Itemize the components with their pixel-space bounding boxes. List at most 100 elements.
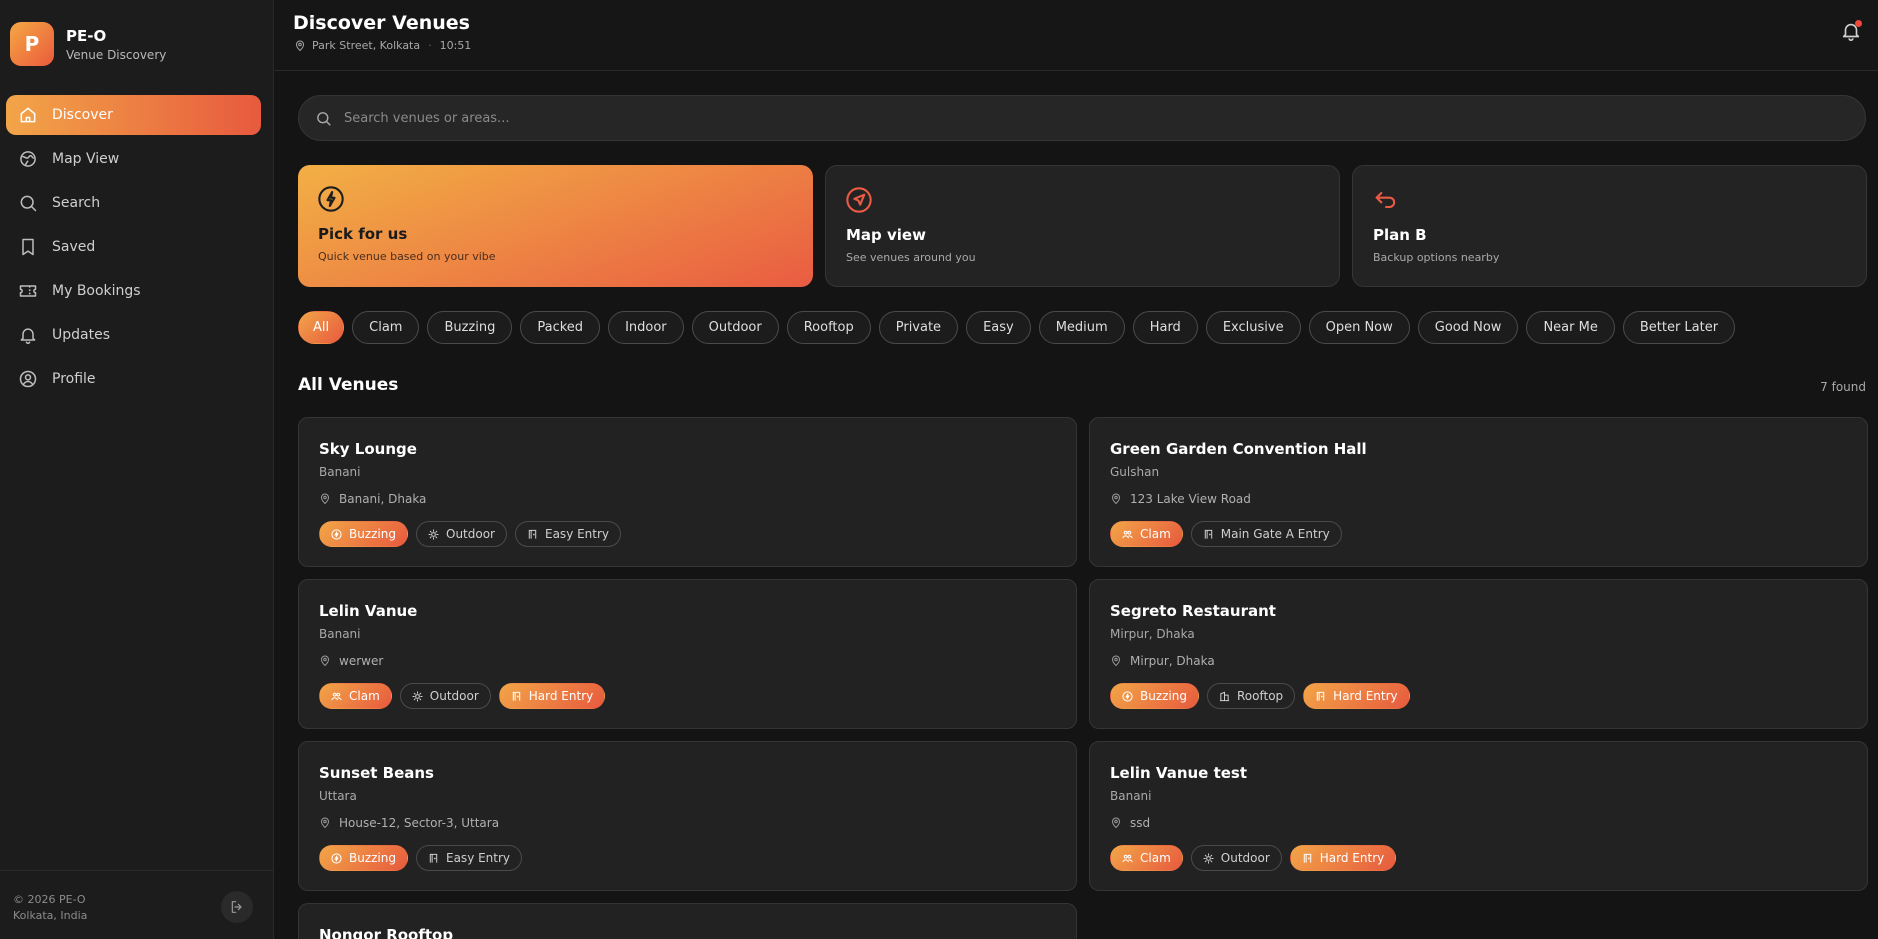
brand[interactable]: P PE-O Venue Discovery [10, 22, 166, 66]
filter-chip-outdoor[interactable]: Outdoor [691, 311, 779, 344]
venue-tag: Clam [319, 683, 392, 709]
filter-chip-rooftop[interactable]: Rooftop [786, 311, 871, 344]
people-icon [1122, 529, 1133, 540]
filter-chip-packed[interactable]: Packed [520, 311, 601, 344]
sidebar-nav: Discover Map View Search Saved My Bookin… [6, 95, 261, 403]
door-icon [1315, 691, 1326, 702]
filter-chips: All Clam Buzzing Packed Indoor Outdoor R… [298, 311, 1743, 344]
venue-address-text: Mirpur, Dhaka [1130, 654, 1215, 668]
venue-tags: Clam Outdoor Hard Entry [319, 683, 613, 709]
venue-card[interactable]: Lelin Vanue test Banani ssd Clam Outdoor… [1089, 741, 1868, 891]
notifications-button[interactable] [1840, 20, 1862, 42]
venue-address: werwer [319, 654, 383, 668]
filter-chip-clam[interactable]: Clam [352, 311, 420, 344]
venue-card[interactable]: Nongor Rooftop [298, 903, 1077, 939]
sidebar-item-search[interactable]: Search [6, 183, 261, 223]
venue-tag: Easy Entry [515, 521, 622, 547]
filter-chip-private[interactable]: Private [878, 311, 959, 344]
user-circle-icon [18, 369, 38, 389]
quick-action-title: Map view [846, 226, 926, 244]
pick-for-us-card[interactable]: Pick for us Quick venue based on your vi… [298, 165, 813, 287]
venue-tag: Clam [1110, 521, 1183, 547]
venue-card[interactable]: Sky Lounge Banani Banani, Dhaka Buzzing … [298, 417, 1077, 567]
venue-name: Lelin Vanue [319, 602, 418, 620]
sidebar-item-label: Search [52, 195, 101, 211]
venue-tag-label: Buzzing [1140, 689, 1187, 703]
search-icon [315, 110, 332, 127]
quick-action-title: Pick for us [318, 225, 408, 243]
filter-chip-good-now[interactable]: Good Now [1417, 311, 1519, 344]
brand-name: PE-O [66, 26, 107, 45]
venue-tags: Clam Main Gate A Entry [1110, 521, 1350, 547]
venue-tag: Hard Entry [498, 683, 606, 709]
venue-tag-label: Outdoor [1220, 851, 1270, 865]
venue-area: Banani [319, 627, 361, 641]
copyright: © 2026 PE-O Kolkata, India [13, 892, 87, 924]
location-pin-icon [319, 493, 331, 505]
venue-card[interactable]: Segreto Restaurant Mirpur, Dhaka Mirpur,… [1089, 579, 1868, 729]
venue-name: Segreto Restaurant [1110, 602, 1276, 620]
venue-area: Mirpur, Dhaka [1110, 627, 1195, 641]
header-meta: Park Street, Kolkata · 10:51 [294, 39, 471, 52]
logout-button[interactable] [221, 891, 253, 923]
sidebar-item-updates[interactable]: Updates [6, 315, 261, 355]
venue-address: Mirpur, Dhaka [1110, 654, 1215, 668]
people-icon [1122, 853, 1133, 864]
brand-subtitle: Venue Discovery [66, 47, 167, 62]
venue-address: House-12, Sector-3, Uttara [319, 816, 499, 830]
venue-tag: Clam [1110, 845, 1183, 871]
plan-b-card[interactable]: Plan B Backup options nearby [1352, 165, 1867, 287]
sidebar-item-my-bookings[interactable]: My Bookings [6, 271, 261, 311]
location-pin-icon [1110, 817, 1122, 829]
filter-chip-buzzing[interactable]: Buzzing [427, 311, 513, 344]
venue-tag: Outdoor [399, 683, 491, 709]
filter-chip-near-me[interactable]: Near Me [1526, 311, 1615, 344]
venue-tag-label: Clam [1140, 851, 1171, 865]
location-pin-icon [1110, 655, 1122, 667]
venue-tag: Hard Entry [1303, 683, 1410, 709]
venue-tag-label: Outdoor [429, 689, 479, 703]
filter-chip-exclusive[interactable]: Exclusive [1205, 311, 1301, 344]
venue-tag-label: Easy Entry [545, 527, 610, 541]
filter-chip-hard[interactable]: Hard [1132, 311, 1198, 344]
filter-chip-medium[interactable]: Medium [1038, 311, 1125, 344]
venue-card[interactable]: Green Garden Convention Hall Gulshan 123… [1089, 417, 1868, 567]
venue-address: Banani, Dhaka [319, 492, 426, 506]
sidebar-item-discover[interactable]: Discover [6, 95, 261, 135]
results-count: 7 found [1820, 380, 1866, 394]
filter-chip-indoor[interactable]: Indoor [608, 311, 684, 344]
door-icon [428, 853, 439, 864]
sidebar-item-label: Discover [52, 107, 113, 123]
footer-location: Kolkata, India [13, 909, 88, 922]
search-icon [18, 193, 38, 213]
venue-name: Green Garden Convention Hall [1110, 440, 1367, 458]
quick-action-subtitle: See venues around you [846, 251, 976, 264]
venue-address-text: Banani, Dhaka [339, 492, 427, 506]
sidebar-item-saved[interactable]: Saved [6, 227, 261, 267]
return-arrow-icon [1372, 186, 1400, 214]
venue-tag: Buzzing [1110, 683, 1199, 709]
sidebar-item-map-view[interactable]: Map View [6, 139, 261, 179]
bookmark-icon [18, 237, 38, 257]
copyright-text: © 2026 PE-O [13, 893, 86, 906]
venue-tag: Main Gate A Entry [1190, 521, 1342, 547]
venue-name: Nongor Rooftop [319, 926, 454, 939]
filter-chip-better-later[interactable]: Better Later [1622, 311, 1736, 344]
venue-card[interactable]: Lelin Vanue Banani werwer Clam Outdoor H… [298, 579, 1077, 729]
door-icon [527, 529, 538, 540]
lightning-icon [331, 852, 342, 864]
search-input[interactable] [344, 110, 1865, 126]
map-view-card[interactable]: Map view See venues around you [825, 165, 1340, 287]
sidebar-item-profile[interactable]: Profile [6, 359, 261, 399]
bell-icon [18, 325, 38, 345]
filter-chip-open-now[interactable]: Open Now [1308, 311, 1410, 344]
venue-card[interactable]: Sunset Beans Uttara House-12, Sector-3, … [298, 741, 1077, 891]
door-icon [1302, 853, 1313, 864]
search-bar[interactable] [298, 95, 1866, 141]
location-pin-icon [294, 40, 306, 52]
sun-icon [428, 528, 439, 540]
venue-area: Gulshan [1110, 465, 1160, 479]
filter-chip-all[interactable]: All [298, 311, 345, 344]
lightning-icon [1122, 690, 1133, 702]
filter-chip-easy[interactable]: Easy [966, 311, 1031, 344]
